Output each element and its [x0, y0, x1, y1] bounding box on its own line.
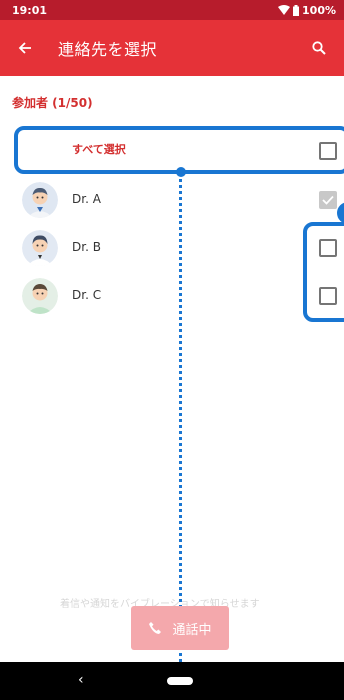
contact-name: Dr. C	[72, 288, 102, 302]
status-icons: 100%	[278, 4, 336, 17]
status-time: 19:01	[12, 3, 48, 17]
call-button[interactable]: 通話中	[131, 606, 229, 650]
nav-back-button[interactable]: ‹	[78, 672, 84, 688]
contact-checkbox-checked-disabled	[319, 191, 337, 209]
participants-header: 参加者 (1/50)	[12, 96, 93, 110]
battery-level: 100%	[302, 3, 336, 17]
system-nav-bar: ‹	[0, 662, 344, 700]
doctor-avatar-icon	[22, 230, 58, 266]
select-all-label: すべて選択	[72, 143, 126, 156]
contact-name: Dr. B	[72, 240, 101, 254]
contact-name: Dr. A	[72, 192, 101, 206]
back-button[interactable]	[0, 20, 50, 76]
contact-checkbox[interactable]	[319, 287, 337, 305]
wifi-icon	[278, 5, 291, 15]
check-icon	[322, 195, 334, 205]
contact-row[interactable]: Dr. B	[0, 224, 344, 272]
phone-icon	[149, 622, 162, 634]
battery-icon	[293, 4, 300, 16]
nav-home-pill[interactable]	[167, 677, 193, 685]
app-bar: 連絡先を選択	[0, 20, 344, 76]
call-button-label: 通話中	[172, 622, 212, 638]
contact-row[interactable]: Dr. C	[0, 272, 344, 320]
status-bar: 19:01 100%	[0, 0, 344, 20]
search-icon	[312, 41, 326, 55]
page-title: 連絡先を選択	[58, 40, 158, 59]
doctor-avatar-icon	[22, 182, 58, 218]
doctor-avatar-icon	[22, 278, 58, 314]
select-all-row[interactable]: すべて選択	[0, 127, 344, 175]
avatar	[22, 182, 58, 218]
annotation-dot	[176, 167, 186, 177]
avatar	[22, 230, 58, 266]
select-all-checkbox[interactable]	[319, 142, 337, 160]
contact-row[interactable]: Dr. A	[0, 176, 344, 224]
avatar	[22, 278, 58, 314]
search-button[interactable]	[294, 20, 344, 76]
contact-checkbox[interactable]	[319, 239, 337, 257]
arrow-left-icon	[18, 42, 31, 54]
